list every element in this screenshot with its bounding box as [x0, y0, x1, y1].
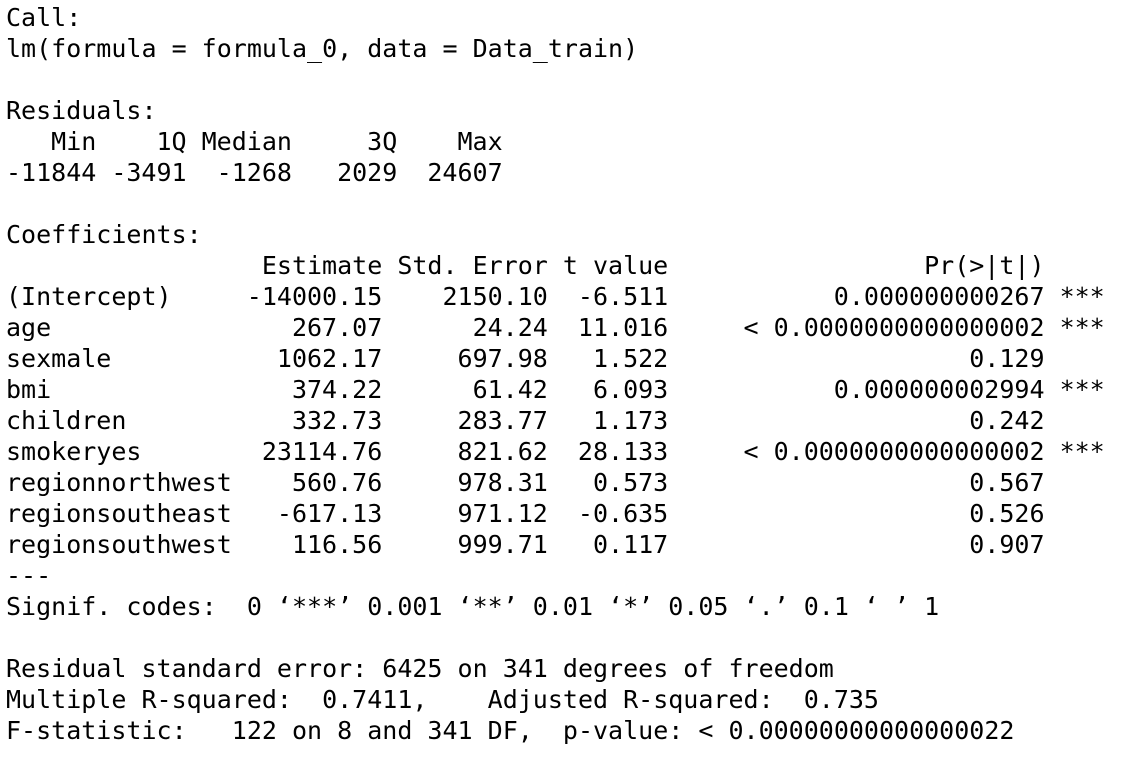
- coef-p-value: 0.242: [969, 406, 1045, 435]
- coef-signif-stars: ***: [1059, 313, 1105, 342]
- residuals-header-median: Median: [201, 127, 292, 156]
- coef-std-error: 2150.10: [442, 282, 548, 311]
- coef-term: smokeryes: [6, 437, 142, 466]
- coefficients-table-row: sexmale 1062.17 697.98 1.522 0.129: [6, 343, 1147, 374]
- residuals-value-median: -1268: [216, 158, 292, 187]
- residuals-header-min: Min: [51, 127, 97, 156]
- coef-estimate: 1062.17: [276, 344, 383, 373]
- call-formula: lm(formula = formula_0, data = Data_trai…: [6, 34, 639, 63]
- coef-std-error: 697.98: [457, 344, 548, 373]
- coefficients-table-body: (Intercept) -14000.15 2150.10 -6.511 0.00000…: [6, 281, 1147, 560]
- coef-signif-stars: [1045, 529, 1090, 560]
- coef-std-error: 283.77: [457, 406, 548, 435]
- residuals-header-1q: 1Q: [156, 127, 187, 156]
- coef-estimate: -617.13: [276, 499, 383, 528]
- call-label: Call:: [6, 3, 82, 32]
- coef-t-value: -6.511: [577, 282, 669, 311]
- coef-estimate: 332.73: [291, 406, 383, 435]
- coef-t-value: 1.173: [592, 406, 669, 435]
- coef-header-std-error: Std. Error: [397, 251, 548, 280]
- coefficients-table-row: children 332.73 283.77 1.173 0.242: [6, 405, 1147, 436]
- coefficients-separator: ---: [6, 561, 52, 590]
- coef-estimate: 116.56: [291, 530, 383, 559]
- coef-std-error: 971.12: [457, 499, 548, 528]
- residuals-header-3q: 3Q: [367, 127, 398, 156]
- coefficients-table-row: (Intercept) -14000.15 2150.10 -6.511 0.00000…: [6, 281, 1147, 312]
- coef-std-error: 999.71: [457, 530, 548, 559]
- coef-header-p-value: Pr(>|t|): [924, 251, 1045, 280]
- coef-term: children: [6, 406, 127, 435]
- coef-signif-stars: [1045, 467, 1090, 498]
- residuals-label: Residuals:: [6, 96, 157, 125]
- coef-p-value: < 0.0000000000000002: [743, 313, 1045, 342]
- coef-term: regionsouthwest: [6, 530, 232, 559]
- coef-p-value: 0.000000000267: [833, 282, 1045, 311]
- residuals-value-3q: 2029: [337, 158, 398, 187]
- coef-p-value: 0.907: [969, 530, 1045, 559]
- coef-header-t-value: t value: [562, 251, 669, 280]
- signif-codes: Signif. codes: 0 ‘***’ 0.001 ‘**’ 0.01 ‘…: [6, 592, 940, 621]
- coef-t-value: -0.635: [577, 499, 669, 528]
- coef-t-value: 11.016: [577, 313, 669, 342]
- coef-p-value: 0.000000002994: [833, 375, 1045, 404]
- residual-standard-error: Residual standard error: 6425 on 341 deg…: [6, 654, 834, 683]
- coef-std-error: 978.31: [457, 468, 548, 497]
- coef-p-value: < 0.0000000000000002: [743, 437, 1045, 466]
- coef-p-value: 0.567: [969, 468, 1045, 497]
- residuals-value-min: -11844: [6, 158, 97, 187]
- coef-t-value: 0.117: [592, 530, 669, 559]
- coef-term: sexmale: [6, 344, 112, 373]
- coef-signif-stars: [1045, 343, 1090, 374]
- coefficients-table-row: regionnorthwest 560.76 978.31 0.573 0.567: [6, 467, 1147, 498]
- coef-estimate: 23114.76: [261, 437, 383, 466]
- coefficients-table-row: regionsouthwest 116.56 999.71 0.117 0.907: [6, 529, 1147, 560]
- residuals-value-row: -11844 -3491 -1268 2029 24607: [6, 157, 1147, 188]
- coef-term: age: [6, 313, 52, 342]
- coef-estimate: 374.22: [291, 375, 383, 404]
- coefficients-table-row: smokeryes 23114.76 821.62 28.133 < 0.0000000…: [6, 436, 1147, 467]
- coefficients-table-row: bmi 374.22 61.42 6.093 0.000000002994 ***: [6, 374, 1147, 405]
- coef-t-value: 0.573: [592, 468, 669, 497]
- coef-t-value: 6.093: [592, 375, 669, 404]
- coef-header-estimate: Estimate: [261, 251, 383, 280]
- residuals-value-max: 24607: [427, 158, 503, 187]
- coef-term: regionnorthwest: [6, 468, 232, 497]
- coef-signif-stars: [1045, 405, 1090, 436]
- r-squared-line: Multiple R-squared: 0.7411, Adjusted R-s…: [6, 685, 895, 714]
- residuals-value-1q: -3491: [111, 158, 187, 187]
- coef-signif-stars: [1045, 498, 1090, 529]
- coefficients-table-row: age 267.07 24.24 11.016 < 0.0000000000000002…: [6, 312, 1147, 343]
- coef-std-error: 61.42: [472, 375, 548, 404]
- coef-term: (Intercept): [6, 282, 172, 311]
- residuals-header-max: Max: [457, 127, 503, 156]
- coef-std-error: 821.62: [457, 437, 548, 466]
- residuals-header-row: Min 1Q Median 3Q Max: [6, 126, 1147, 157]
- coefficients-table-row: regionsoutheast -617.13 971.12 -0.635 0.526: [6, 498, 1147, 529]
- coef-t-value: 28.133: [577, 437, 669, 466]
- coef-term: bmi: [6, 375, 52, 404]
- coef-term: regionsoutheast: [6, 499, 232, 528]
- coef-p-value: 0.129: [969, 344, 1045, 373]
- r-console-output: Call: lm(formula = formula_0, data = Dat…: [0, 0, 1147, 769]
- coef-estimate: 560.76: [291, 468, 383, 497]
- coefficients-label: Coefficients:: [6, 220, 202, 249]
- coef-p-value: 0.526: [969, 499, 1045, 528]
- coef-estimate: 267.07: [291, 313, 383, 342]
- coef-t-value: 1.522: [592, 344, 669, 373]
- coef-std-error: 24.24: [472, 313, 548, 342]
- coef-estimate: -14000.15: [246, 282, 383, 311]
- f-statistic-line: F-statistic: 122 on 8 and 341 DF, p-valu…: [6, 716, 1015, 745]
- coefficients-header-row: Estimate Std. Error t value Pr(>|t|): [6, 250, 1147, 281]
- coef-signif-stars: ***: [1059, 437, 1105, 466]
- coef-signif-stars: ***: [1059, 375, 1105, 404]
- coef-signif-stars: ***: [1059, 282, 1105, 311]
